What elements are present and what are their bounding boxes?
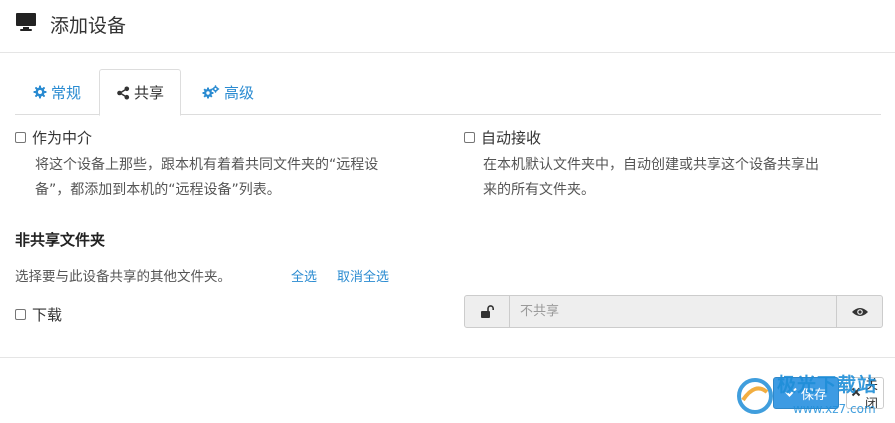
tab-advanced[interactable]: 高级 — [185, 69, 271, 115]
gears-icon — [202, 85, 220, 99]
folder-downloads-checkbox[interactable] — [15, 309, 26, 320]
close-icon — [851, 386, 861, 401]
introducer-option[interactable]: 作为中介 — [15, 127, 92, 148]
check-icon — [785, 386, 797, 401]
introducer-help: 将这个设备上那些，跟本机有着着共同文件夹的“远程设 备”，都添加到本机的“远程设… — [35, 153, 378, 203]
tab-bar: 常规 共享 高级 — [15, 69, 881, 116]
save-button[interactable]: 保存 — [773, 377, 839, 409]
share-password-input[interactable] — [510, 296, 836, 327]
unlock-icon[interactable] — [465, 296, 510, 327]
close-button-label: 关闭 — [865, 378, 879, 409]
tab-advanced-label: 高级 — [223, 83, 254, 102]
modal-footer: 保存 关闭 — [0, 357, 895, 423]
unshared-folders-title: 非共享文件夹 — [15, 231, 106, 249]
tab-sharing-label: 共享 — [133, 84, 164, 102]
tab-general[interactable]: 常规 — [15, 69, 99, 115]
auto-accept-option[interactable]: 自动接收 — [464, 127, 541, 148]
select-all-link[interactable]: 全选 — [291, 266, 317, 285]
tab-general-label: 常规 — [50, 83, 81, 102]
introducer-help-line1: 将这个设备上那些，跟本机有着着共同文件夹的“远程设 — [35, 157, 379, 173]
modal-title: 添加设备 — [50, 15, 127, 37]
auto-accept-help-line2: 来的所有文件夹。 — [483, 182, 595, 198]
introducer-checkbox[interactable] — [15, 132, 26, 143]
folder-share-input-group — [464, 295, 883, 328]
introducer-label: 作为中介 — [32, 129, 93, 147]
auto-accept-help-line1: 在本机默认文件夹中，自动创建或共享这个设备共享出 — [483, 157, 819, 173]
modal-header: 添加设备 — [0, 0, 895, 53]
close-button[interactable]: 关闭 — [846, 377, 884, 409]
monitor-icon — [15, 12, 37, 36]
auto-accept-checkbox[interactable] — [464, 132, 475, 143]
unshared-folders-description: 选择要与此设备共享的其他文件夹。 — [15, 269, 231, 285]
folder-downloads-option[interactable]: 下载 — [15, 304, 62, 325]
gear-icon — [33, 85, 47, 99]
folder-downloads-label: 下载 — [32, 306, 63, 324]
tab-sharing[interactable]: 共享 — [99, 69, 181, 116]
eye-icon[interactable] — [836, 296, 882, 327]
deselect-all-link[interactable]: 取消全选 — [337, 266, 389, 285]
auto-accept-help: 在本机默认文件夹中，自动创建或共享这个设备共享出 来的所有文件夹。 — [483, 153, 819, 203]
introducer-help-line2: 备”，都添加到本机的“远程设备”列表。 — [35, 182, 281, 198]
share-icon — [116, 86, 130, 100]
save-button-label: 保存 — [800, 387, 827, 403]
auto-accept-label: 自动接收 — [481, 129, 542, 147]
